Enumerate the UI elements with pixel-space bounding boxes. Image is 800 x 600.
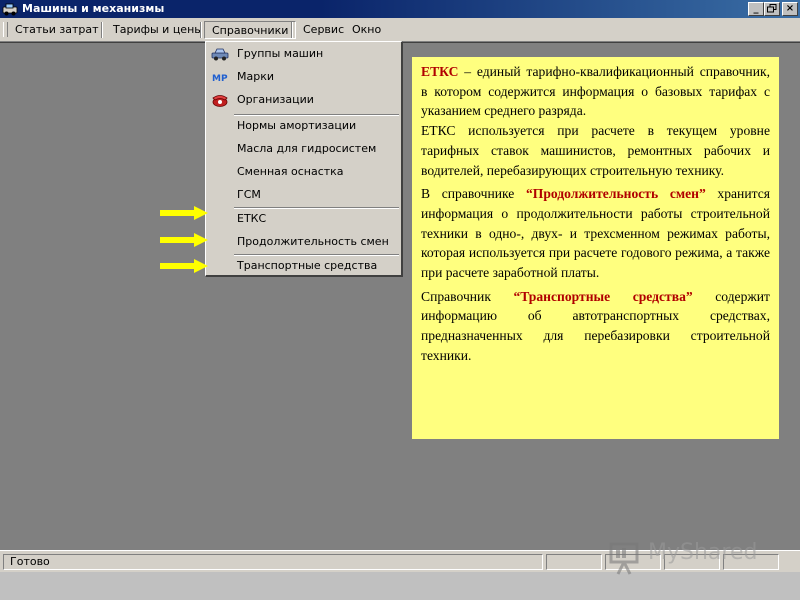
restore-button[interactable] — [764, 2, 780, 16]
presentation-board-icon — [609, 542, 639, 575]
arrow-right-icon — [160, 233, 208, 247]
menu-item-organizacii[interactable]: Организации — [208, 89, 398, 111]
note-term: “Продолжительность смен” — [525, 186, 706, 202]
note-term: “Транспортные средства” — [513, 288, 693, 304]
menu-item-etks[interactable]: ЕТКС — [208, 208, 398, 230]
menu-item-gsm[interactable]: ГСМ — [208, 184, 398, 206]
note-paragraph-vehicles: Справочник “Транспортные средства” содер… — [421, 287, 770, 366]
menu-separator — [101, 22, 103, 38]
arrow-right-icon — [160, 206, 208, 220]
application-window: Машины и механизмы _ × Статьи затрат Тар… — [0, 0, 800, 600]
car-icon — [211, 48, 229, 61]
menu-separator — [291, 22, 293, 38]
menu-item-label: Сменная оснастка — [237, 165, 344, 178]
menu-item-label: Транспортные средства — [237, 259, 378, 272]
menu-item-label: ГСМ — [237, 188, 261, 201]
note-text: В справочнике — [421, 186, 526, 202]
menu-statji-zatrat[interactable]: Статьи затрат — [8, 21, 106, 39]
menu-item-smennaya-osnastka[interactable]: Сменная оснастка — [208, 161, 398, 183]
svg-text:MP: MP — [212, 74, 228, 84]
watermark-text: MyShared — [648, 540, 758, 565]
minimize-button[interactable]: _ — [748, 2, 764, 16]
menu-item-normy-amortizacii[interactable]: Нормы амортизации — [208, 115, 398, 137]
menu-okno[interactable]: Окно — [345, 21, 388, 39]
app-car-icon — [2, 3, 18, 16]
menu-servis[interactable]: Сервис — [296, 21, 351, 39]
menu-item-label: Масла для гидросистем — [237, 142, 377, 155]
title-bar[interactable]: Машины и механизмы _ × — [0, 0, 800, 18]
note-text: Справочник — [421, 288, 514, 304]
close-button[interactable]: × — [782, 2, 798, 16]
menu-item-prodolzhitelnost-smen[interactable]: Продолжительность смен — [208, 231, 398, 253]
menu-item-label: ЕТКС — [237, 212, 267, 225]
restore-icon — [767, 4, 777, 13]
menu-item-label: Группы машин — [237, 47, 324, 60]
note-term: ЕТКС — [421, 64, 459, 79]
menu-item-gruppy-mashin[interactable]: Группы машин — [208, 43, 398, 65]
menu-item-marki[interactable]: MP Марки — [208, 66, 398, 88]
menu-spravochniki[interactable]: Справочники — [204, 21, 297, 39]
arrow-right-icon — [160, 259, 208, 273]
spravochniki-dropdown: Группы машин MP Марки Организации Нормы … — [205, 41, 403, 277]
note-paragraph-etks-usage: ЕТКС используется при расчете в текущем … — [421, 123, 770, 178]
menu-item-label: Марки — [237, 70, 275, 83]
note-paragraph-shift-duration: В справочнике “Продолжительность смен” х… — [421, 184, 770, 283]
menu-item-label: Продолжительность смен — [237, 235, 389, 248]
info-note: ЕТКС – единый тарифно-квалификационный с… — [412, 57, 779, 439]
mp-icon: MP — [212, 74, 228, 84]
note-text: – единый тарифно-квалификационный справо… — [421, 64, 770, 119]
telephone-icon — [212, 95, 228, 107]
menu-separator — [200, 22, 202, 38]
menu-item-label: Организации — [237, 93, 314, 106]
menu-item-label: Нормы амортизации — [237, 119, 357, 132]
menu-bar: Статьи затрат Тарифы и цены Справочники … — [0, 18, 800, 42]
status-panel — [546, 554, 602, 570]
menu-item-masla[interactable]: Масла для гидросистем — [208, 138, 398, 160]
note-paragraph-etks: ЕТКС – единый тарифно-квалификационный с… — [421, 62, 770, 121]
menu-item-transportnye-sredstva[interactable]: Транспортные средства — [208, 255, 398, 277]
taskbar-area — [0, 572, 800, 600]
status-text: Готово — [3, 554, 543, 570]
watermark-logo: MyShared — [606, 536, 766, 576]
window-title: Машины и механизмы — [22, 2, 165, 15]
menu-tarify-i-ceny[interactable]: Тарифы и цены — [106, 21, 210, 39]
